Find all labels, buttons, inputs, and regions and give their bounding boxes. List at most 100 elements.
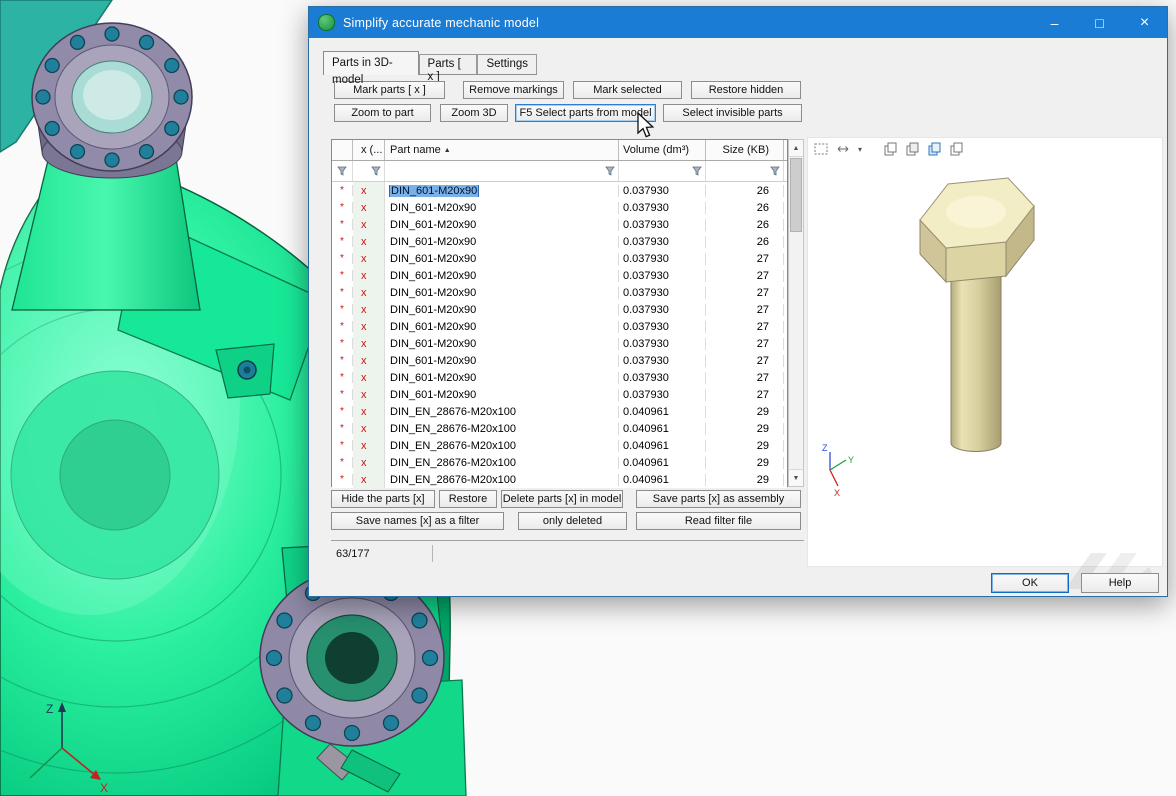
cell-x[interactable]: x bbox=[353, 199, 385, 216]
zoom-to-part-button[interactable]: Zoom to part bbox=[334, 104, 431, 122]
cell-x[interactable]: x bbox=[353, 420, 385, 437]
filter-size[interactable] bbox=[706, 161, 784, 181]
cell-volume[interactable]: 0.037930 bbox=[619, 321, 706, 333]
cell-size[interactable]: 29 bbox=[706, 457, 784, 469]
cell-size[interactable]: 27 bbox=[706, 253, 784, 265]
cell-part-name[interactable]: DIN_601-M20x90 bbox=[385, 185, 619, 197]
paste-view-active-icon[interactable] bbox=[924, 141, 946, 157]
cell-size[interactable]: 27 bbox=[706, 321, 784, 333]
cell-volume[interactable]: 0.040961 bbox=[619, 423, 706, 435]
restore-hidden-button[interactable]: Restore hidden bbox=[691, 81, 801, 99]
cell-volume[interactable]: 0.040961 bbox=[619, 457, 706, 469]
cell-part-name[interactable]: DIN_601-M20x90 bbox=[385, 270, 619, 282]
header-x[interactable]: x (... bbox=[353, 140, 385, 160]
only-deleted-button[interactable]: only deleted bbox=[518, 512, 627, 530]
header-size[interactable]: Size (KB) bbox=[706, 140, 784, 160]
maximize-button[interactable]: □ bbox=[1077, 7, 1122, 38]
table-row[interactable]: *xDIN_601-M20x900.03793026 bbox=[332, 233, 787, 250]
cell-volume[interactable]: 0.037930 bbox=[619, 202, 706, 214]
cell-marker[interactable]: * bbox=[332, 185, 353, 196]
filter-volume[interactable] bbox=[619, 161, 706, 181]
select-invisible-parts-button[interactable]: Select invisible parts bbox=[663, 104, 802, 122]
close-button[interactable]: × bbox=[1122, 7, 1167, 38]
cell-x[interactable]: x bbox=[353, 437, 385, 454]
cell-x[interactable]: x bbox=[353, 267, 385, 284]
cell-marker[interactable]: * bbox=[332, 406, 353, 417]
cell-part-name[interactable]: DIN_601-M20x90 bbox=[385, 219, 619, 231]
cell-part-name[interactable]: DIN_601-M20x90 bbox=[385, 253, 619, 265]
table-row[interactable]: *xDIN_601-M20x900.03793027 bbox=[332, 335, 787, 352]
cell-size[interactable]: 29 bbox=[706, 474, 784, 486]
tab-parts-in-3d-model[interactable]: Parts in 3D-model bbox=[323, 51, 419, 75]
table-row[interactable]: *xDIN_601-M20x900.03793027 bbox=[332, 318, 787, 335]
cell-volume[interactable]: 0.037930 bbox=[619, 304, 706, 316]
pan-arrows-icon[interactable] bbox=[832, 141, 854, 157]
table-row[interactable]: *xDIN_601-M20x900.03793027 bbox=[332, 284, 787, 301]
cell-part-name[interactable]: DIN_601-M20x90 bbox=[385, 355, 619, 367]
cell-volume[interactable]: 0.037930 bbox=[619, 253, 706, 265]
cell-size[interactable]: 27 bbox=[706, 372, 784, 384]
cell-marker[interactable]: * bbox=[332, 440, 353, 451]
cell-volume[interactable]: 0.040961 bbox=[619, 474, 706, 486]
cell-part-name[interactable]: DIN_EN_28676-M20x100 bbox=[385, 474, 619, 486]
cell-x[interactable]: x bbox=[353, 284, 385, 301]
cell-x[interactable]: x bbox=[353, 386, 385, 403]
header-marker[interactable] bbox=[332, 140, 353, 160]
cell-x[interactable]: x bbox=[353, 454, 385, 471]
cell-x[interactable]: x bbox=[353, 318, 385, 335]
cell-marker[interactable]: * bbox=[332, 253, 353, 264]
filter-x[interactable] bbox=[353, 161, 385, 181]
save-filter-button[interactable]: Save names [x] as a filter bbox=[331, 512, 504, 530]
tab-settings[interactable]: Settings bbox=[477, 54, 537, 74]
table-row[interactable]: *xDIN_EN_28676-M20x1000.04096129 bbox=[332, 454, 787, 471]
cell-size[interactable]: 29 bbox=[706, 406, 784, 418]
cell-volume[interactable]: 0.037930 bbox=[619, 389, 706, 401]
cell-part-name[interactable]: DIN_EN_28676-M20x100 bbox=[385, 457, 619, 469]
read-filter-button[interactable]: Read filter file bbox=[636, 512, 801, 530]
cell-volume[interactable]: 0.037930 bbox=[619, 287, 706, 299]
zoom-3d-button[interactable]: Zoom 3D bbox=[440, 104, 508, 122]
restore-button[interactable]: Restore bbox=[439, 490, 497, 508]
cell-marker[interactable]: * bbox=[332, 389, 353, 400]
cell-marker[interactable]: * bbox=[332, 321, 353, 332]
cell-volume[interactable]: 0.037930 bbox=[619, 372, 706, 384]
cell-volume[interactable]: 0.040961 bbox=[619, 406, 706, 418]
title-bar[interactable]: Simplify accurate mechanic model – □ × bbox=[309, 7, 1167, 38]
cell-x[interactable]: x bbox=[353, 182, 385, 199]
cell-part-name[interactable]: DIN_601-M20x90 bbox=[385, 236, 619, 248]
cell-x[interactable]: x bbox=[353, 250, 385, 267]
filter-marker[interactable] bbox=[332, 161, 353, 181]
cell-marker[interactable]: * bbox=[332, 219, 353, 230]
cell-volume[interactable]: 0.037930 bbox=[619, 270, 706, 282]
tab-parts-x[interactable]: Parts [ x ] bbox=[419, 54, 478, 74]
table-row[interactable]: *xDIN_EN_28676-M20x1000.04096129 bbox=[332, 437, 787, 454]
cell-marker[interactable]: * bbox=[332, 304, 353, 315]
cell-x[interactable]: x bbox=[353, 403, 385, 420]
table-row[interactable]: *xDIN_601-M20x900.03793027 bbox=[332, 369, 787, 386]
cell-marker[interactable]: * bbox=[332, 355, 353, 366]
ok-button[interactable]: OK bbox=[991, 573, 1069, 593]
table-row[interactable]: *xDIN_601-M20x900.03793027 bbox=[332, 250, 787, 267]
header-volume[interactable]: Volume (dm³) bbox=[619, 140, 706, 160]
save-assembly-button[interactable]: Save parts [x] as assembly bbox=[636, 490, 801, 508]
cell-size[interactable]: 29 bbox=[706, 423, 784, 435]
cell-part-name[interactable]: DIN_EN_28676-M20x100 bbox=[385, 406, 619, 418]
cell-volume[interactable]: 0.037930 bbox=[619, 355, 706, 367]
table-row[interactable]: *xDIN_601-M20x900.03793027 bbox=[332, 301, 787, 318]
table-row[interactable]: *xDIN_EN_28676-M20x1000.04096129 bbox=[332, 403, 787, 420]
cell-marker[interactable]: * bbox=[332, 372, 353, 383]
cell-marker[interactable]: * bbox=[332, 423, 353, 434]
cell-x[interactable]: x bbox=[353, 216, 385, 233]
cell-part-name[interactable]: DIN_601-M20x90 bbox=[385, 372, 619, 384]
cell-part-name[interactable]: DIN_601-M20x90 bbox=[385, 321, 619, 333]
cell-part-name[interactable]: DIN_EN_28676-M20x100 bbox=[385, 440, 619, 452]
cell-x[interactable]: x bbox=[353, 233, 385, 250]
cell-marker[interactable]: * bbox=[332, 474, 353, 485]
cell-part-name[interactable]: DIN_EN_28676-M20x100 bbox=[385, 423, 619, 435]
cell-size[interactable]: 26 bbox=[706, 236, 784, 248]
cell-x[interactable]: x bbox=[353, 471, 385, 488]
table-scrollbar[interactable]: ▲ ▼ bbox=[788, 139, 804, 487]
cell-volume[interactable]: 0.037930 bbox=[619, 185, 706, 197]
cell-size[interactable]: 29 bbox=[706, 440, 784, 452]
table-row[interactable]: *xDIN_EN_28676-M20x1000.04096129 bbox=[332, 420, 787, 437]
